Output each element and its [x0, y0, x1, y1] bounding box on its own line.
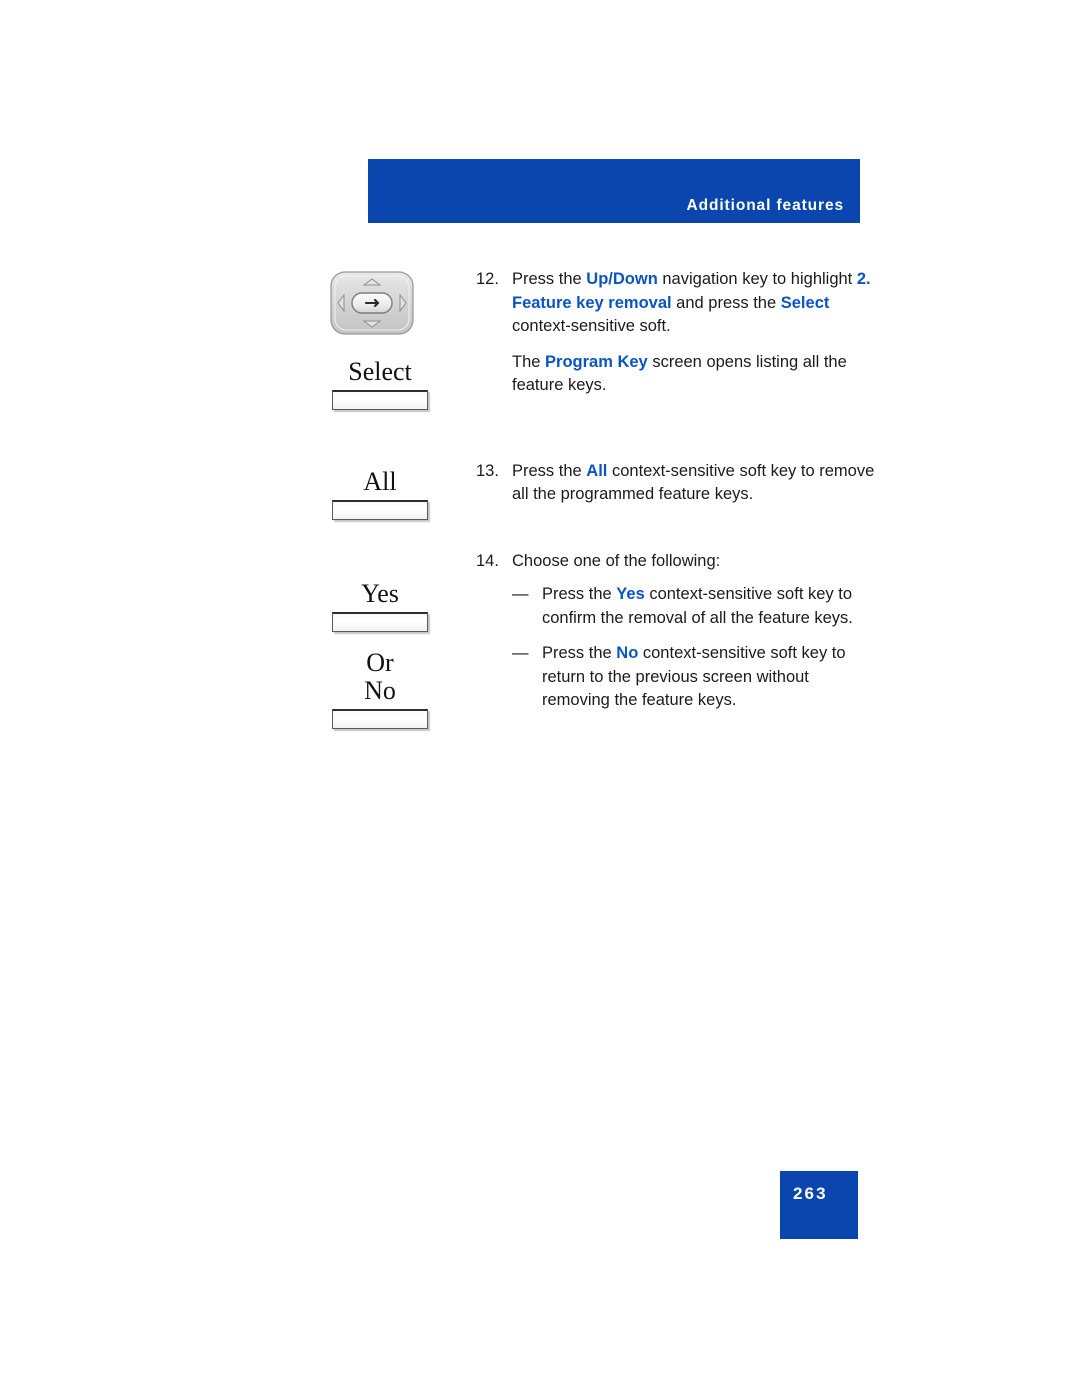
softkey-no-button[interactable]: [332, 709, 428, 730]
step-14-number: 14.: [476, 551, 499, 570]
step-14-option-no: — Press the No context-sensitive soft ke…: [512, 642, 876, 713]
softkey-yes-button[interactable]: [332, 612, 428, 633]
softkey-yes[interactable]: Yes: [300, 579, 460, 633]
softkey-no-label: No: [364, 676, 396, 705]
step-14-text: Choose one of the following:: [512, 551, 721, 570]
key-illustration-column: Select All Yes Or No: [300, 260, 460, 730]
step-14-option-yes: — Press the Yes context-sensitive soft k…: [512, 583, 876, 630]
softkey-or-connector: Or: [300, 648, 460, 678]
softkey-all-label: All: [363, 467, 397, 496]
page-content: Select All Yes Or No 12. Press the Up/Do…: [0, 0, 1080, 1397]
step-13: 13. Press the All context-sensitive soft…: [476, 460, 876, 507]
bullet-dash: —: [512, 585, 529, 603]
step-13-text: Press the All context-sensitive soft key…: [512, 461, 875, 504]
softkey-all[interactable]: All: [300, 467, 460, 521]
softkey-yes-label: Yes: [361, 579, 399, 608]
step-14-option-yes-text: Press the Yes context-sensitive soft key…: [542, 585, 853, 627]
page-number-box: 263: [780, 1171, 858, 1239]
step-12-text: Press the Up/Down navigation key to high…: [512, 270, 871, 335]
softkey-select-label: Select: [348, 357, 412, 386]
navigation-cluster-icon: [328, 268, 416, 338]
step-14-option-no-text: Press the No context-sensitive soft key …: [542, 644, 846, 709]
step-12: 12. Press the Up/Down navigation key to …: [476, 268, 876, 339]
or-label: Or: [366, 648, 394, 677]
step-14: 14. Choose one of the following:: [476, 550, 876, 574]
softkey-select-button[interactable]: [332, 390, 428, 411]
document-page: Additional features Select All Yes Or No…: [0, 0, 1080, 1397]
step-12-paragraph: The Program Key screen opens listing all…: [512, 352, 847, 395]
step-13-number: 13.: [476, 461, 499, 480]
instruction-steps-column: 12. Press the Up/Down navigation key to …: [476, 268, 876, 713]
bullet-dash: —: [512, 644, 529, 662]
page-number: 263: [793, 1184, 828, 1203]
softkey-no[interactable]: No: [300, 676, 460, 730]
step-12-number: 12.: [476, 270, 499, 288]
softkey-select[interactable]: Select: [300, 357, 460, 411]
softkey-all-button[interactable]: [332, 500, 428, 521]
